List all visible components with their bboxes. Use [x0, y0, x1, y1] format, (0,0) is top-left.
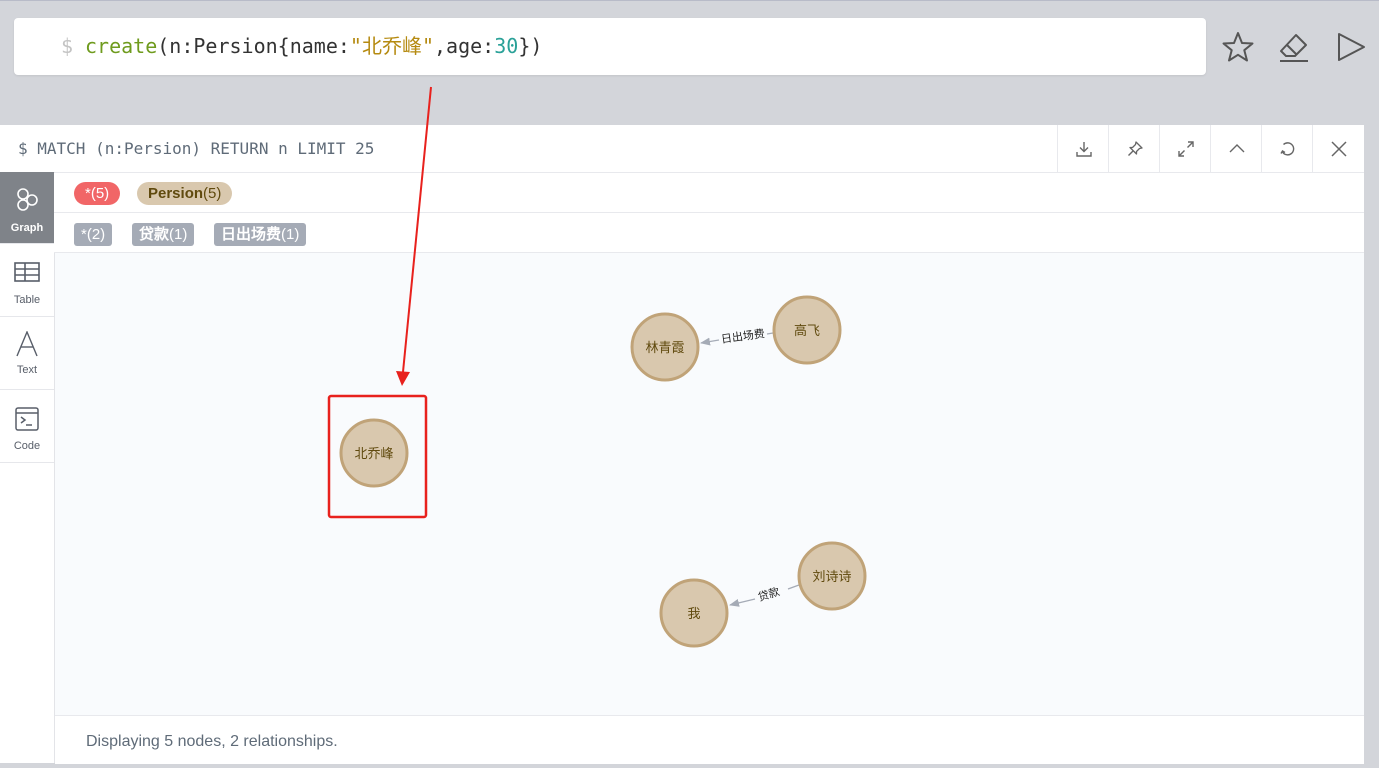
tag-count: (2)	[86, 226, 106, 243]
pill-count: (5)	[203, 185, 222, 202]
label-pill-persion[interactable]: Persion(5)	[137, 182, 233, 205]
graph-icon	[17, 188, 38, 211]
sidebar-item-text[interactable]: Text	[0, 317, 54, 390]
close-button[interactable]	[1312, 125, 1364, 172]
run-button[interactable]	[1334, 30, 1368, 64]
eraser-icon	[1280, 34, 1308, 62]
collapse-icon	[1229, 143, 1244, 152]
pin-icon	[1127, 140, 1143, 156]
code-keyword: create	[85, 34, 158, 58]
download-button[interactable]	[1057, 125, 1109, 172]
code-icon	[15, 407, 39, 431]
relationship-label: 贷款	[756, 584, 781, 604]
rerun-icon	[1279, 141, 1294, 156]
frame-footer: Displaying 5 nodes, 2 relationships.	[55, 715, 1364, 764]
expand-icon	[1177, 140, 1194, 157]
rel-tag-loan[interactable]: 贷款(1)	[132, 223, 195, 246]
result-frame: $ MATCH (n:Persion) RETURN n LIMIT 25 Gr…	[0, 125, 1364, 764]
query-editor[interactable]: $ create(n:Persion{name:"北乔峰",age:30})	[14, 18, 1206, 75]
graph-node[interactable]: 北乔峰	[339, 418, 409, 488]
close-icon	[1330, 140, 1347, 157]
label-pill-all[interactable]: *(5)	[74, 182, 121, 205]
rel-tag-appearance-fee[interactable]: 日出场费(1)	[214, 223, 307, 246]
tag-name: 贷款	[139, 226, 170, 243]
text-icon	[16, 331, 38, 357]
editor-prompt: $	[61, 34, 74, 58]
graph-node[interactable]: 林青霞	[630, 312, 700, 382]
favorite-button[interactable]	[1221, 30, 1255, 64]
sidebar-label-table: Table	[13, 294, 41, 306]
sidebar-label-code: Code	[13, 440, 41, 452]
graph-canvas[interactable]: 日出场费 贷款 林青霞 高飞 北乔峰 刘诗诗 我	[55, 253, 1364, 715]
collapse-button[interactable]	[1210, 125, 1262, 172]
pin-button[interactable]	[1108, 125, 1160, 172]
pill-name: Persion	[148, 185, 204, 202]
code-part-3: })	[518, 34, 543, 58]
pill-count: (5)	[90, 185, 110, 202]
rel-tag-all[interactable]: *(2)	[74, 223, 113, 246]
node-caption: 刘诗诗	[812, 569, 851, 584]
code-number: 30	[494, 34, 519, 58]
code-part-2: ,age:	[434, 34, 495, 58]
graph-node[interactable]: 我	[659, 578, 729, 648]
fullscreen-button[interactable]	[1159, 125, 1211, 172]
frame-header: $ MATCH (n:Persion) RETURN n LIMIT 25	[0, 125, 1364, 173]
node-label-legend: *(5) Persion(5)	[54, 173, 1364, 213]
relationship-label: 日出场费	[720, 326, 766, 346]
tag-count: (1)	[169, 226, 188, 243]
node-caption: 北乔峰	[354, 446, 393, 461]
status-text: Displaying 5 nodes, 2 relationships.	[86, 733, 338, 750]
star-icon	[1222, 32, 1254, 62]
relationship-edge[interactable]: 日出场费	[700, 326, 774, 346]
sidebar-item-graph[interactable]: Graph	[0, 172, 54, 244]
graph-svg[interactable]: 日出场费 贷款 林青霞 高飞 北乔峰 刘诗诗 我	[55, 253, 1364, 715]
tag-count: (1)	[281, 226, 300, 243]
editor-code[interactable]: create(n:Persion{name:"北乔峰",age:30})	[85, 18, 542, 75]
tag-name: 日出场费	[221, 226, 282, 243]
relationship-type-legend: *(2) 贷款(1) 日出场费(1)	[54, 213, 1364, 253]
sidebar-label-text: Text	[16, 364, 38, 376]
graph-node[interactable]: 高飞	[772, 295, 842, 365]
sidebar-item-table[interactable]: Table	[0, 244, 54, 317]
sidebar-label-graph: Graph	[10, 222, 44, 234]
graph-node[interactable]: 刘诗诗	[797, 541, 867, 611]
code-string: "北乔峰"	[349, 34, 434, 58]
node-caption: 高飞	[794, 323, 820, 338]
sidebar-item-code[interactable]: Code	[0, 390, 54, 463]
rerun-button[interactable]	[1261, 125, 1313, 172]
download-icon	[1075, 141, 1092, 157]
table-icon	[14, 262, 40, 282]
frame-query[interactable]: $ MATCH (n:Persion) RETURN n LIMIT 25	[18, 125, 374, 172]
clear-button[interactable]	[1277, 30, 1311, 64]
top-border	[0, 0, 1379, 1]
relationship-edge[interactable]: 贷款	[729, 584, 800, 607]
node-caption: 林青霞	[645, 340, 684, 355]
play-icon	[1338, 33, 1365, 61]
node-caption: 我	[687, 606, 700, 621]
code-part-1: (n:Persion{name:	[157, 34, 350, 58]
view-sidebar: Graph Table Text Code	[0, 172, 55, 763]
